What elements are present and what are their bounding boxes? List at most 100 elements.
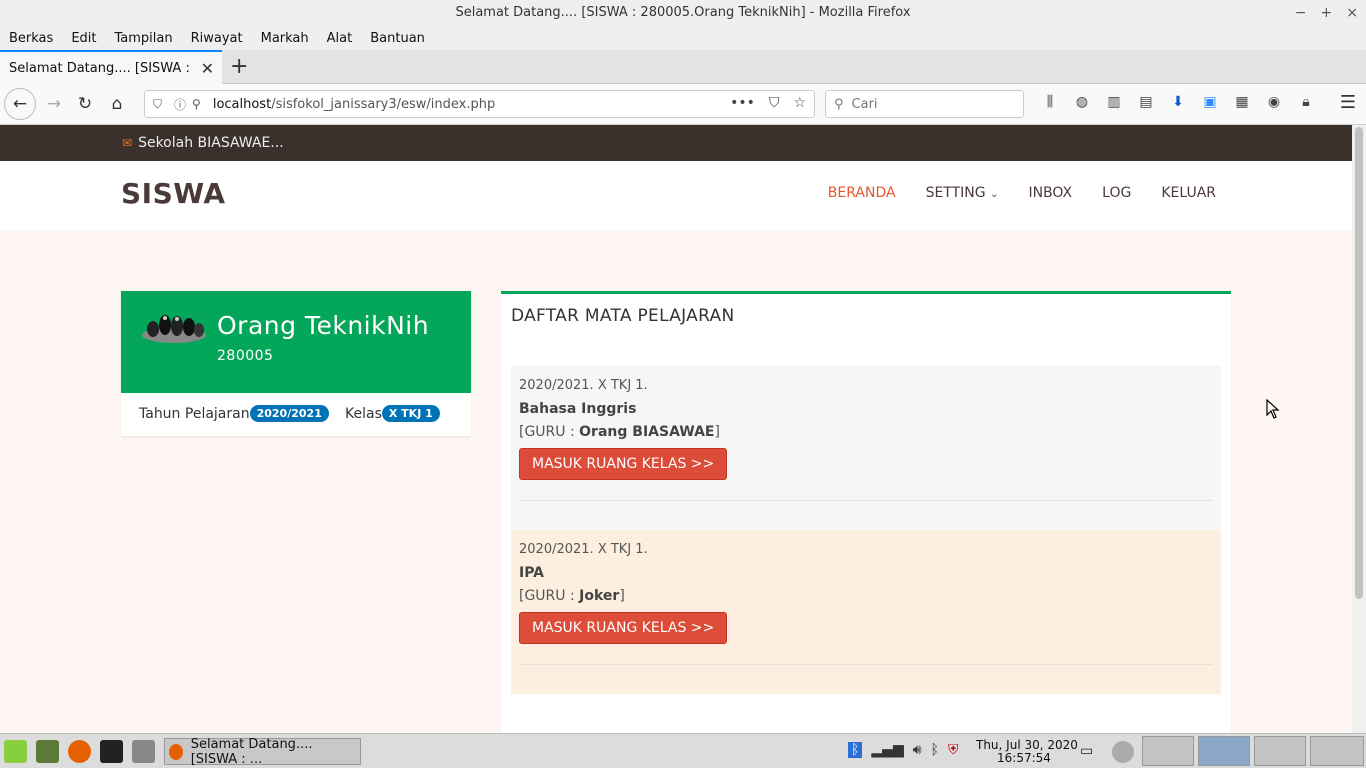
files-launcher-icon[interactable]	[132, 740, 155, 763]
tab-active[interactable]: Selamat Datang.... [SISWA : 28000 ✕	[0, 50, 222, 84]
menu-hamburger-icon[interactable]: ☰	[1340, 92, 1356, 113]
account-icon[interactable]: ◉	[1264, 94, 1284, 110]
download-icon[interactable]: ⬇	[1168, 94, 1188, 110]
menu-tampilan[interactable]: Tampilan	[115, 31, 173, 46]
library-icon[interactable]: ⫼	[1040, 94, 1060, 110]
scrollbar-thumb[interactable]	[1355, 127, 1363, 599]
home-icon[interactable]: ⌂	[103, 90, 131, 118]
network-icon[interactable]: ▂▄▆	[871, 742, 903, 758]
site-brand[interactable]: SISWA	[121, 177, 226, 210]
lock-icon[interactable]: 🔒︎	[1296, 94, 1316, 110]
kelas-badge: X TKJ 1	[381, 405, 440, 422]
firefox-launcher-icon[interactable]	[68, 740, 91, 763]
clock[interactable]: Thu, Jul 30, 2020 16:57:54	[976, 739, 1078, 765]
sidebar-icon[interactable]: ▤	[1136, 94, 1156, 110]
kelas-info: Kelas X TKJ 1	[345, 405, 440, 422]
subject-name: IPA	[519, 565, 545, 581]
battery-icon[interactable]: ▭	[1080, 743, 1093, 768]
teacher-prefix: [GURU :	[519, 588, 580, 604]
mint-menu-icon[interactable]	[4, 740, 27, 763]
page-viewport: ✉ Sekolah BIASAWAE... SISWA BERANDA SETT…	[0, 125, 1352, 733]
pocket-icon[interactable]: ⛉	[769, 95, 780, 111]
close-window-button[interactable]: ×	[1346, 0, 1358, 26]
divider	[519, 664, 1213, 665]
close-tab-icon[interactable]: ✕	[201, 59, 214, 78]
nav-beranda[interactable]: BERANDA	[828, 185, 896, 201]
enter-class-button[interactable]: MASUK RUANG KELAS >>	[519, 612, 728, 644]
permissions-icon[interactable]: ⚲	[192, 97, 201, 111]
chevron-down-icon: ⌄	[990, 189, 999, 200]
extension-icon[interactable]: ▥	[1104, 94, 1124, 110]
workspace-2[interactable]	[1198, 736, 1250, 766]
mouse-cursor-icon	[1266, 399, 1280, 419]
workspace-4[interactable]	[1310, 736, 1364, 766]
menu-alat[interactable]: Alat	[327, 31, 353, 46]
qr-code-icon[interactable]: ▦	[1232, 94, 1252, 110]
reload-icon[interactable]: ↻	[71, 90, 99, 118]
url-host: localhost	[212, 96, 272, 112]
back-icon[interactable]: ←	[4, 88, 36, 120]
forward-icon[interactable]: →	[40, 90, 68, 118]
tab-title: Selamat Datang.... [SISWA : 28000	[9, 60, 195, 76]
update-warning-icon[interactable]: ⛨	[948, 742, 959, 758]
subject-name: Bahasa Inggris	[519, 401, 637, 417]
desktop-icon[interactable]	[36, 740, 59, 763]
subject-teacher: [GURU : Joker]	[519, 588, 727, 604]
workspace-1[interactable]	[1142, 736, 1194, 766]
teacher-name: Joker	[579, 588, 620, 604]
main-nav: BERANDA SETTING ⌄ INBOX LOG KELUAR	[828, 185, 1216, 201]
url-text[interactable]: localhost/sisfokol_janissary3/esw/index.…	[213, 97, 495, 112]
tab-bar: Selamat Datang.... [SISWA : 28000 ✕ +	[0, 50, 1366, 84]
menu-markah[interactable]: Markah	[261, 31, 309, 46]
terminal-icon[interactable]	[100, 740, 123, 763]
nav-inbox[interactable]: INBOX	[1028, 185, 1072, 201]
new-tab-icon[interactable]: +	[230, 54, 248, 79]
workspace-3[interactable]	[1254, 736, 1306, 766]
minimize-button[interactable]: −	[1295, 0, 1307, 26]
task-title: Selamat Datang.... [SISWA : ...	[190, 736, 313, 767]
student-name: Orang TeknikNih	[217, 311, 430, 340]
tahun-info: Tahun Pelajaran 2020/2021	[139, 405, 329, 422]
window-titlebar: Selamat Datang.... [SISWA : 280005.Orang…	[0, 0, 1366, 26]
nav-keluar[interactable]: KELUAR	[1161, 185, 1216, 201]
bluetooth-status-icon[interactable]: ᛒ	[931, 742, 939, 758]
taskbar: Selamat Datang.... [SISWA : ... ᛒ ▂▄▆ 🔊︎…	[0, 733, 1366, 768]
profile-card: Orang TeknikNih 280005 Tahun Pelajaran 2…	[121, 291, 471, 436]
navigation-toolbar: ← → ↻ ⌂ ⛉ ⓘ ⚲ localhost/sisfokol_janissa…	[0, 84, 1366, 125]
nav-setting[interactable]: SETTING ⌄	[926, 185, 999, 201]
zoom-extension-icon[interactable]: ▣	[1200, 94, 1220, 110]
enter-class-button[interactable]: MASUK RUANG KELAS >>	[519, 448, 728, 480]
user-status-icon[interactable]	[1112, 741, 1134, 763]
search-bar[interactable]: ⚲ Cari	[825, 90, 1024, 118]
menu-riwayat[interactable]: Riwayat	[191, 31, 243, 46]
nav-log[interactable]: LOG	[1102, 185, 1131, 201]
search-placeholder: Cari	[851, 96, 878, 112]
maximize-button[interactable]: +	[1321, 0, 1333, 26]
student-nis: 280005	[217, 348, 274, 364]
envelope-icon: ✉	[122, 136, 133, 150]
volume-icon[interactable]: 🔊︎	[913, 742, 922, 758]
taskbar-window-firefox[interactable]: Selamat Datang.... [SISWA : ...	[164, 736, 361, 767]
firefox-icon	[169, 743, 183, 760]
globe-icon[interactable]: ◍	[1072, 94, 1092, 110]
site-header: SISWA BERANDA SETTING ⌄ INBOX LOG KELUAR	[0, 161, 1352, 231]
tahun-badge: 2020/2021	[249, 405, 329, 422]
page-actions-icon[interactable]: •••	[730, 95, 755, 111]
subject-teacher: [GURU : Orang BIASAWAE]	[519, 424, 727, 440]
window-title: Selamat Datang.... [SISWA : 280005.Orang…	[455, 5, 911, 20]
teacher-prefix: [GURU :	[519, 424, 580, 440]
bookmark-star-icon[interactable]: ☆	[793, 95, 806, 111]
bluetooth-icon[interactable]: ᛒ	[848, 742, 863, 758]
menu-bar: Berkas Edit Tampilan Riwayat Markah Alat…	[0, 26, 1366, 50]
nav-setting-label: SETTING	[925, 185, 986, 201]
info-icon[interactable]: ⓘ	[174, 96, 186, 113]
shield-icon[interactable]: ⛉	[153, 97, 162, 112]
page-scrollbar[interactable]	[1352, 125, 1366, 733]
school-name: Sekolah BIASAWAE...	[138, 135, 284, 151]
menu-edit[interactable]: Edit	[71, 31, 96, 46]
menu-bantuan[interactable]: Bantuan	[370, 31, 425, 46]
menu-berkas[interactable]: Berkas	[9, 31, 53, 46]
subject-meta: 2020/2021. X TKJ 1.	[519, 378, 648, 393]
url-bar[interactable]: ⛉ ⓘ ⚲ localhost/sisfokol_janissary3/esw/…	[144, 90, 815, 118]
teacher-suffix: ]	[619, 588, 625, 604]
